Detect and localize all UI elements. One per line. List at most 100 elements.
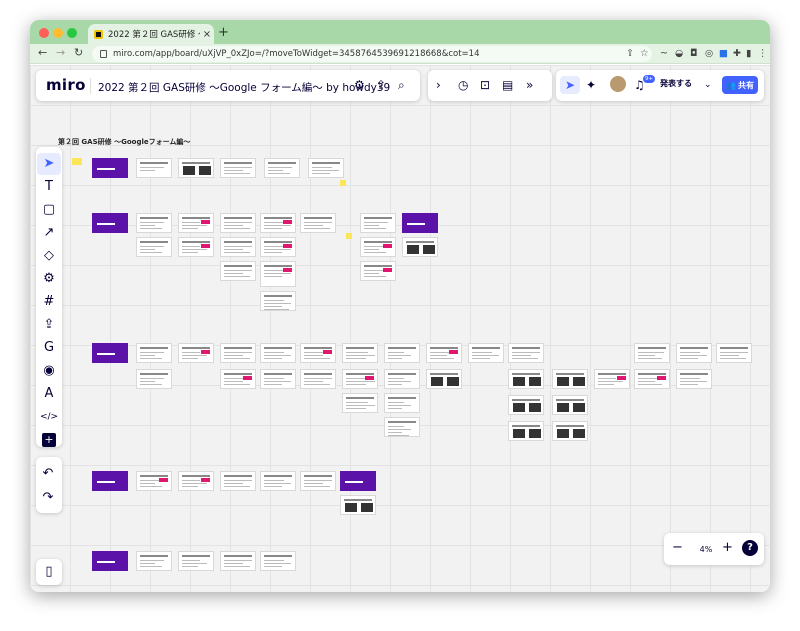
- slide-thumbnail[interactable]: [634, 369, 670, 389]
- extension-icon[interactable]: ◎: [705, 48, 713, 60]
- slide-thumbnail[interactable]: [178, 551, 214, 571]
- user-avatar[interactable]: [610, 76, 626, 92]
- reload-icon[interactable]: ↻: [74, 46, 83, 59]
- section-title-slide[interactable]: [92, 551, 128, 571]
- slide-thumbnail[interactable]: [360, 261, 396, 281]
- slide-thumbnail[interactable]: [508, 369, 544, 389]
- slide-thumbnail[interactable]: [260, 471, 296, 491]
- slide-thumbnail[interactable]: [220, 343, 256, 363]
- slide-thumbnail[interactable]: [384, 343, 420, 363]
- section-title-slide[interactable]: [92, 158, 128, 178]
- slide-thumbnail[interactable]: [178, 237, 214, 257]
- browser-tab[interactable]: 2022 第２回 GAS研修 〜Google ×: [88, 24, 214, 44]
- address-bar[interactable]: miro.com/app/board/uXjVP_0xZJo=/?moveToW…: [92, 46, 652, 62]
- chevron-right-icon[interactable]: ›: [436, 78, 441, 92]
- embed-tool[interactable]: </>: [37, 406, 61, 428]
- slide-thumbnail[interactable]: [260, 291, 296, 311]
- slide-thumbnail[interactable]: [260, 213, 296, 233]
- slide-thumbnail[interactable]: [676, 343, 712, 363]
- sticky-note[interactable]: [346, 233, 352, 239]
- slide-thumbnail[interactable]: [136, 158, 172, 178]
- chrome-menu-icon[interactable]: ⋮: [758, 48, 768, 60]
- more-apps-tool[interactable]: +: [42, 433, 56, 447]
- zoom-level[interactable]: 4%: [694, 543, 718, 557]
- slide-thumbnail[interactable]: [220, 551, 256, 571]
- slide-thumbnail[interactable]: [264, 158, 300, 178]
- slide-thumbnail[interactable]: [552, 369, 588, 389]
- slide-thumbnail[interactable]: [402, 237, 438, 257]
- new-tab-button[interactable]: +: [218, 26, 229, 40]
- close-window-button[interactable]: [39, 28, 49, 38]
- slide-thumbnail[interactable]: [178, 158, 214, 178]
- slide-thumbnail[interactable]: [508, 395, 544, 415]
- slide-thumbnail[interactable]: [716, 343, 752, 363]
- slide-thumbnail[interactable]: [178, 213, 214, 233]
- extension-icon[interactable]: ~: [660, 48, 668, 60]
- shapes-tool[interactable]: ◇: [37, 245, 61, 267]
- sidebar-toggle-icon[interactable]: ▯: [37, 561, 61, 583]
- minimize-window-button[interactable]: [53, 28, 63, 38]
- sticky-note[interactable]: [72, 158, 82, 165]
- zoom-out-button[interactable]: −: [672, 541, 683, 555]
- slide-thumbnail[interactable]: [342, 393, 378, 413]
- slide-thumbnail[interactable]: [136, 551, 172, 571]
- export-icon[interactable]: ⇪: [376, 78, 386, 92]
- slide-thumbnail[interactable]: [300, 369, 336, 389]
- slide-thumbnail[interactable]: [136, 237, 172, 257]
- camera-tool[interactable]: ◉: [37, 360, 61, 382]
- slide-thumbnail[interactable]: [220, 237, 256, 257]
- search-icon[interactable]: ⌕: [398, 78, 405, 92]
- slide-thumbnail[interactable]: [384, 369, 420, 389]
- slide-thumbnail[interactable]: [220, 369, 256, 389]
- slide-thumbnail[interactable]: [468, 343, 504, 363]
- section-title-slide[interactable]: [340, 471, 376, 491]
- pen-tool[interactable]: A: [37, 383, 61, 405]
- board-title[interactable]: 2022 第２回 GAS研修 〜Google フォーム編〜 by howdy39: [98, 80, 390, 95]
- select-tool[interactable]: ➤: [37, 153, 61, 175]
- zoom-in-button[interactable]: +: [722, 541, 733, 555]
- section-title-slide[interactable]: [92, 213, 128, 233]
- slide-thumbnail[interactable]: [178, 471, 214, 491]
- slide-thumbnail[interactable]: [384, 417, 420, 437]
- slide-thumbnail[interactable]: [384, 393, 420, 413]
- slide-thumbnail[interactable]: [342, 343, 378, 363]
- frame-tool[interactable]: #: [37, 291, 61, 313]
- section-title-slide[interactable]: [92, 343, 128, 363]
- frame-title[interactable]: 第２回 GAS研修 〜Googleフォーム編〜: [58, 137, 190, 147]
- cursor-pointer-icon[interactable]: ➤: [560, 76, 580, 94]
- slide-thumbnail[interactable]: [508, 343, 544, 363]
- slide-thumbnail[interactable]: [178, 343, 214, 363]
- slide-thumbnail[interactable]: [552, 395, 588, 415]
- share-page-icon[interactable]: ⇪: [626, 48, 634, 60]
- sidebar-toggle-icon[interactable]: ▮: [746, 48, 751, 60]
- slide-thumbnail[interactable]: [300, 343, 336, 363]
- slide-thumbnail[interactable]: [360, 213, 396, 233]
- slide-thumbnail[interactable]: [508, 421, 544, 441]
- slide-thumbnail[interactable]: [342, 369, 378, 389]
- undo-icon[interactable]: ↶: [36, 463, 60, 485]
- slide-thumbnail[interactable]: [360, 237, 396, 257]
- forward-arrow-icon[interactable]: →: [56, 46, 65, 59]
- notes-icon[interactable]: ▤: [502, 78, 513, 92]
- google-tool[interactable]: G: [37, 337, 61, 359]
- timer-icon[interactable]: ◷: [458, 78, 468, 92]
- sticky-note-tool[interactable]: ▢: [37, 199, 61, 221]
- slide-thumbnail[interactable]: [260, 551, 296, 571]
- slide-thumbnail[interactable]: [426, 369, 462, 389]
- slide-thumbnail[interactable]: [220, 213, 256, 233]
- slide-thumbnail[interactable]: [136, 343, 172, 363]
- slide-thumbnail[interactable]: [220, 158, 256, 178]
- tab-close-button[interactable]: ×: [200, 29, 214, 40]
- slide-thumbnail[interactable]: [300, 213, 336, 233]
- reactions-icon[interactable]: ✦: [586, 78, 596, 92]
- slide-thumbnail[interactable]: [552, 421, 588, 441]
- double-chevron-down-icon[interactable]: »: [526, 78, 533, 92]
- slide-thumbnail[interactable]: [260, 369, 296, 389]
- extension-icon[interactable]: ◒: [675, 48, 683, 60]
- slide-thumbnail[interactable]: [300, 471, 336, 491]
- mindmap-tool[interactable]: ⚙: [37, 268, 61, 290]
- slide-thumbnail[interactable]: [136, 213, 172, 233]
- slide-thumbnail[interactable]: [220, 471, 256, 491]
- slide-thumbnail[interactable]: [260, 237, 296, 257]
- section-title-slide[interactable]: [92, 471, 128, 491]
